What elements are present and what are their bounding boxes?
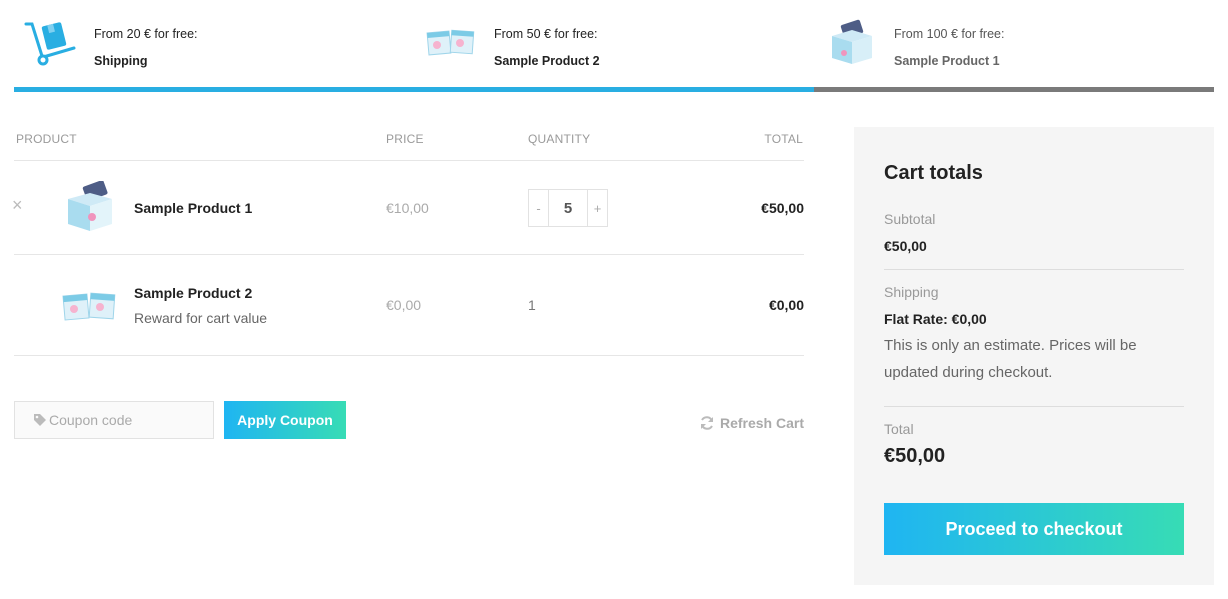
gift-name: Sample Product 2 <box>494 54 600 68</box>
gift-tier-sample-product-1: From 100 € for free: Sample Product 1 <box>814 0 1214 88</box>
divider <box>884 269 1184 270</box>
refresh-icon <box>700 416 713 430</box>
cart-totals-title: Cart totals <box>884 162 983 184</box>
progress-bar-remaining <box>814 87 1214 92</box>
refresh-cart-button[interactable]: Refresh Cart <box>699 415 804 431</box>
reward-note: Reward for cart value <box>134 310 268 326</box>
header-quantity: QUANTITY <box>528 132 591 146</box>
cart-actions: Apply Coupon Refresh Cart <box>14 400 804 440</box>
subtotal-label: Subtotal <box>884 211 936 227</box>
product-name[interactable]: Sample Product 1 <box>134 200 252 216</box>
product-subtotal: €50,00 <box>761 200 804 216</box>
progress-bar-reached <box>14 87 814 92</box>
product-subtotal: €0,00 <box>768 297 804 313</box>
shipping-label: Shipping <box>884 284 939 300</box>
free-gift-progress: From 20 € for free: Shipping From 50 € f… <box>14 0 1214 92</box>
gift-name: Sample Product 1 <box>894 54 1000 68</box>
shipping-note: This is only an estimate. Prices will be… <box>884 337 1137 381</box>
cart-table-header: PRODUCT PRICE QUANTITY TOTAL <box>14 126 804 161</box>
gift-requirement: From 20 € for free: <box>94 27 198 41</box>
table-row: × Sample Product 1 €10,00 - + €50,00 <box>12 161 804 255</box>
quantity-decrease-button[interactable]: - <box>529 190 549 226</box>
hand-truck-icon <box>24 22 76 66</box>
product-thumbnail <box>62 292 116 321</box>
header-price: PRICE <box>386 132 424 146</box>
refresh-cart-label: Refresh Cart <box>719 415 804 431</box>
subtotal-value: €50,00 <box>884 238 927 254</box>
total-label: Total <box>884 421 914 437</box>
gift-requirement: From 50 € for free: <box>494 27 598 41</box>
tag-icon <box>34 414 46 426</box>
remove-item-icon[interactable]: × <box>12 196 26 214</box>
proceed-to-checkout-button[interactable]: Proceed to checkout <box>884 503 1184 555</box>
coupon-code-input[interactable] <box>49 402 209 438</box>
quantity-increase-button[interactable]: + <box>587 190 607 226</box>
quantity-stepper: - + <box>528 189 608 227</box>
gift-requirement: From 100 € for free: <box>894 27 1005 41</box>
apply-coupon-button[interactable]: Apply Coupon <box>224 401 346 439</box>
product-name[interactable]: Sample Product 2 <box>134 285 252 301</box>
quantity-input[interactable] <box>549 190 587 226</box>
header-product: PRODUCT <box>16 132 77 146</box>
cart-totals-panel: Cart totals Subtotal €50,00 Shipping Fla… <box>854 127 1214 585</box>
gift-tier-sample-product-2: From 50 € for free: Sample Product 2 <box>414 0 814 88</box>
sample-cards-icon <box>426 29 475 56</box>
product-thumbnail <box>68 181 112 231</box>
gift-name: Shipping <box>94 54 148 68</box>
product-price: €10,00 <box>386 200 429 216</box>
order-total: €50,00 <box>884 445 946 467</box>
gift-tier-shipping: From 20 € for free: Shipping <box>14 0 414 88</box>
shipping-method: Flat Rate: €0,00 <box>884 311 987 327</box>
cart-table: PRODUCT PRICE QUANTITY TOTAL × Sample Pr… <box>12 126 804 356</box>
product-quantity: 1 <box>528 297 536 313</box>
header-total: TOTAL <box>764 132 803 146</box>
coupon-field <box>14 401 214 439</box>
product-price: €0,00 <box>386 297 422 313</box>
divider <box>884 406 1184 407</box>
sample-box-icon <box>832 19 872 64</box>
table-row: Sample Product 2 Reward for cart value €… <box>14 255 804 356</box>
